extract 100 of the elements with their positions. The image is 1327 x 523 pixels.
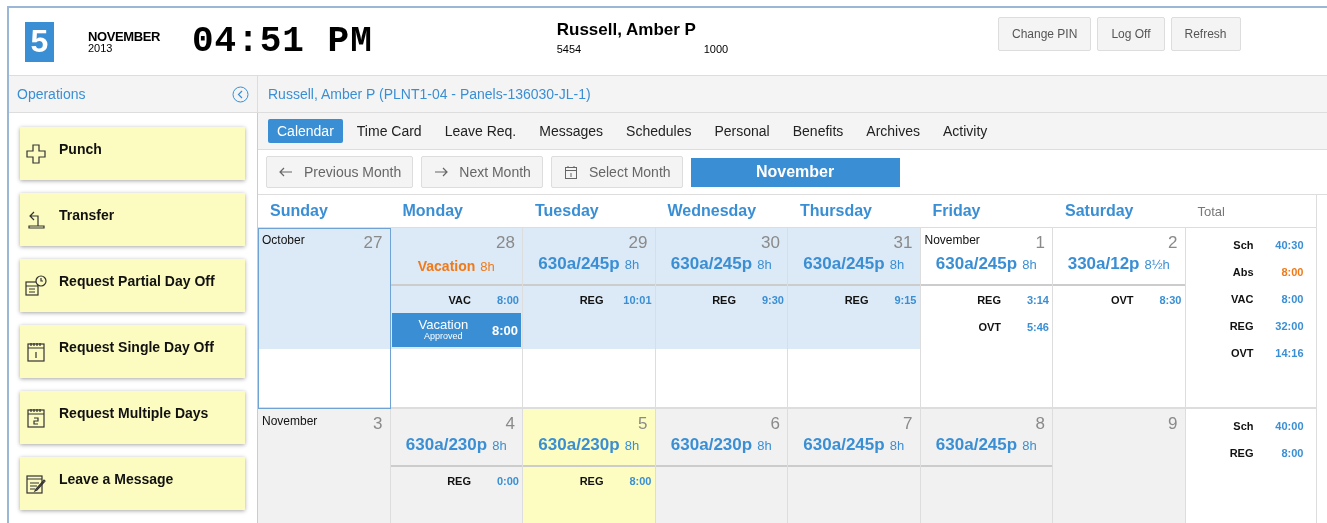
date-badge: 5 (25, 21, 54, 62)
day-number: 28 (496, 233, 515, 253)
total-code: Abs (1232, 265, 1254, 278)
hours-text: 8h (757, 257, 772, 272)
hours-text: 8h (480, 259, 495, 274)
hours-value: 9:15 (893, 293, 917, 306)
operation-button[interactable]: Punch (20, 127, 245, 180)
page-title: Russell, Amber P (PLNT1-04 - Panels-136030-JL-1) (268, 86, 591, 102)
select-month-button[interactable]: Select Month (550, 156, 683, 188)
calendar-icon (25, 340, 47, 363)
day-cell[interactable]: 5 630a/230p 8h REG 8:00 (523, 409, 656, 523)
total-code: VAC (1231, 292, 1254, 305)
pay-code: REG (712, 293, 736, 306)
calendar-icon (25, 406, 47, 429)
day-number: 8 (1035, 414, 1045, 434)
hours-value: 8:00 (495, 293, 519, 306)
request-title: Vacation (418, 317, 469, 332)
request-status: Approved (424, 332, 463, 343)
weekday-header: Sunday (258, 195, 391, 228)
clock-time: 04:51 PM (191, 21, 373, 62)
request-hours: 8:00 (491, 322, 518, 338)
day-number: 29 (628, 233, 648, 253)
month-label: October (262, 233, 305, 247)
day-cell[interactable]: 4 630a/230p 8h REG 0:00 (390, 409, 523, 523)
total-value: 8:00 (1280, 265, 1304, 278)
pay-code: REG (447, 474, 471, 487)
hours-text: 8h (492, 438, 507, 453)
weekday-header: Saturday (1053, 195, 1186, 228)
tab[interactable]: Leave Req. (435, 119, 526, 143)
employee-id: 5454 (556, 43, 583, 55)
schedule-text: 630a/245p (803, 435, 885, 455)
next-month-button[interactable]: Next Month (421, 156, 543, 188)
day-number: 9 (1168, 414, 1178, 434)
hours-text: 8h (889, 438, 905, 453)
schedule-text: 630a/245p (803, 254, 885, 274)
operation-button[interactable]: Request Single Day Off (20, 325, 245, 378)
day-number: 31 (893, 233, 913, 253)
header-button[interactable]: Change PIN (998, 17, 1092, 51)
plus-icon (25, 142, 47, 165)
employee-code: 1000 (703, 43, 729, 55)
schedule-text: 630a/245p (935, 435, 1018, 455)
weekday-header: Friday (920, 195, 1053, 228)
total-header: Total (1185, 195, 1317, 228)
day-number: 2 (1168, 233, 1178, 253)
calendar-icon (562, 164, 579, 180)
operation-button[interactable]: Request Multiple Days (20, 391, 245, 444)
hours-value: 9:30 (760, 293, 784, 306)
hours-value: 10:01 (622, 293, 652, 306)
header-button[interactable]: Log Off (1097, 17, 1165, 51)
hours-value: 3:14 (1025, 293, 1049, 306)
hours-value: 8:00 (628, 474, 652, 487)
tab[interactable]: Schedules (617, 119, 701, 143)
total-code: Sch (1233, 238, 1254, 251)
tab[interactable]: Time Card (347, 119, 431, 143)
day-cell[interactable]: November 3 (258, 409, 391, 523)
pay-code: OVT (978, 320, 1001, 333)
total-code: REG (1229, 446, 1254, 459)
day-number: 3 (373, 414, 383, 434)
previous-month-button[interactable]: Previous Month (266, 156, 414, 188)
tab[interactable]: Activity (934, 119, 997, 143)
pay-code: REG (579, 293, 604, 306)
schedule-text: 630a/245p (670, 254, 753, 274)
tab[interactable]: Benefits (783, 119, 853, 143)
year-text: 2013 (88, 42, 114, 54)
operation-button[interactable]: Transfer (20, 193, 245, 246)
tab[interactable]: Archives (857, 119, 929, 143)
hours-text: 8½h (1144, 257, 1170, 272)
hours-text: 8h (889, 257, 905, 272)
day-number: 5 (638, 414, 648, 434)
schedule-text: 630a/230p (538, 435, 620, 455)
employee-name: Russell, Amber P (556, 20, 697, 40)
hours-value: 0:00 (495, 474, 519, 487)
day-number: 27 (363, 233, 383, 253)
notepad-pen-icon (25, 472, 47, 495)
tab[interactable]: Messages (530, 119, 613, 143)
operation-button[interactable]: Leave a Message (20, 457, 245, 510)
operation-button[interactable]: Request Partial Day Off (20, 259, 245, 312)
hours-text: 8h (1022, 438, 1037, 453)
tab[interactable]: Personal (705, 119, 779, 143)
hours-value: 8:30 (1158, 293, 1182, 306)
pay-code: REG (977, 293, 1001, 306)
total-value: 14:16 (1274, 346, 1304, 359)
total-value: 8:00 (1280, 292, 1304, 305)
total-value: 32:00 (1274, 319, 1304, 332)
header-button[interactable]: Refresh (1170, 17, 1241, 51)
pay-code: VAC (448, 293, 471, 306)
day-number: 30 (761, 233, 780, 253)
month-label: November (262, 414, 318, 428)
day-number: 6 (770, 414, 780, 434)
pay-code: OVT (1110, 293, 1134, 306)
collapse-icon[interactable] (232, 85, 249, 103)
schedule-text: 630a/230p (405, 435, 488, 455)
hours-text: 8h (624, 438, 640, 453)
hours-text: 8h (757, 438, 772, 453)
day-number: 1 (1035, 233, 1045, 253)
total-value: 40:30 (1274, 238, 1304, 251)
pay-code: REG (844, 293, 869, 306)
sidebar-title: Operations (17, 86, 86, 102)
total-code: OVT (1230, 346, 1254, 359)
total-code: REG (1229, 319, 1254, 332)
